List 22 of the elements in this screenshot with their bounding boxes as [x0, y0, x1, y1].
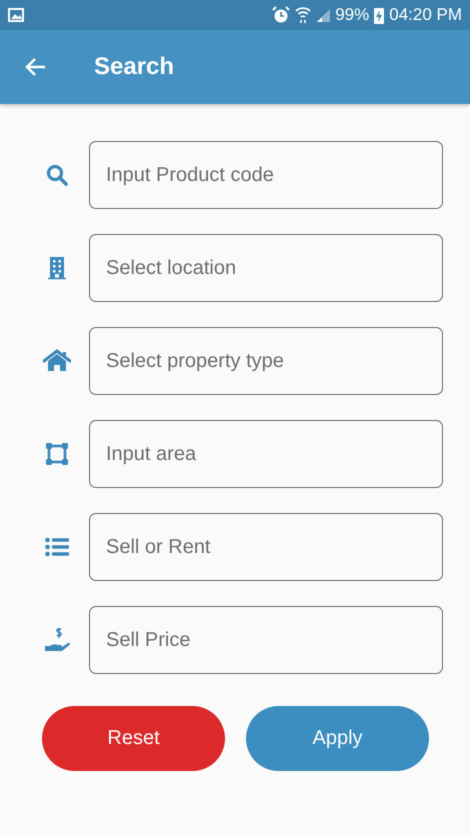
square-selection-icon: [45, 442, 69, 466]
hand-money-icon: [44, 627, 70, 653]
battery-charging-icon: [374, 6, 384, 24]
image-icon: [8, 8, 24, 22]
building-icon: [46, 256, 68, 280]
signal-icon: [316, 8, 330, 22]
input-field[interactable]: Select location: [89, 234, 443, 302]
alarm-icon: [272, 6, 290, 24]
input-field[interactable]: Sell Price: [89, 606, 443, 674]
input-field[interactable]: Sell or Rent: [89, 513, 443, 581]
input-field[interactable]: Input area: [89, 420, 443, 488]
search-icon: [45, 163, 69, 187]
clock-time: 04:20 PM: [389, 5, 462, 25]
input-field[interactable]: Input Product code: [89, 141, 443, 209]
house-icon: [43, 349, 71, 373]
input-field[interactable]: Select property type: [89, 327, 443, 395]
wifi-icon: [295, 6, 312, 24]
reset-button[interactable]: Reset: [42, 706, 225, 771]
apply-button[interactable]: Apply: [246, 706, 429, 771]
battery-percent: 99%: [335, 5, 370, 25]
page-title: Search: [94, 53, 174, 81]
list-icon: [45, 537, 69, 557]
